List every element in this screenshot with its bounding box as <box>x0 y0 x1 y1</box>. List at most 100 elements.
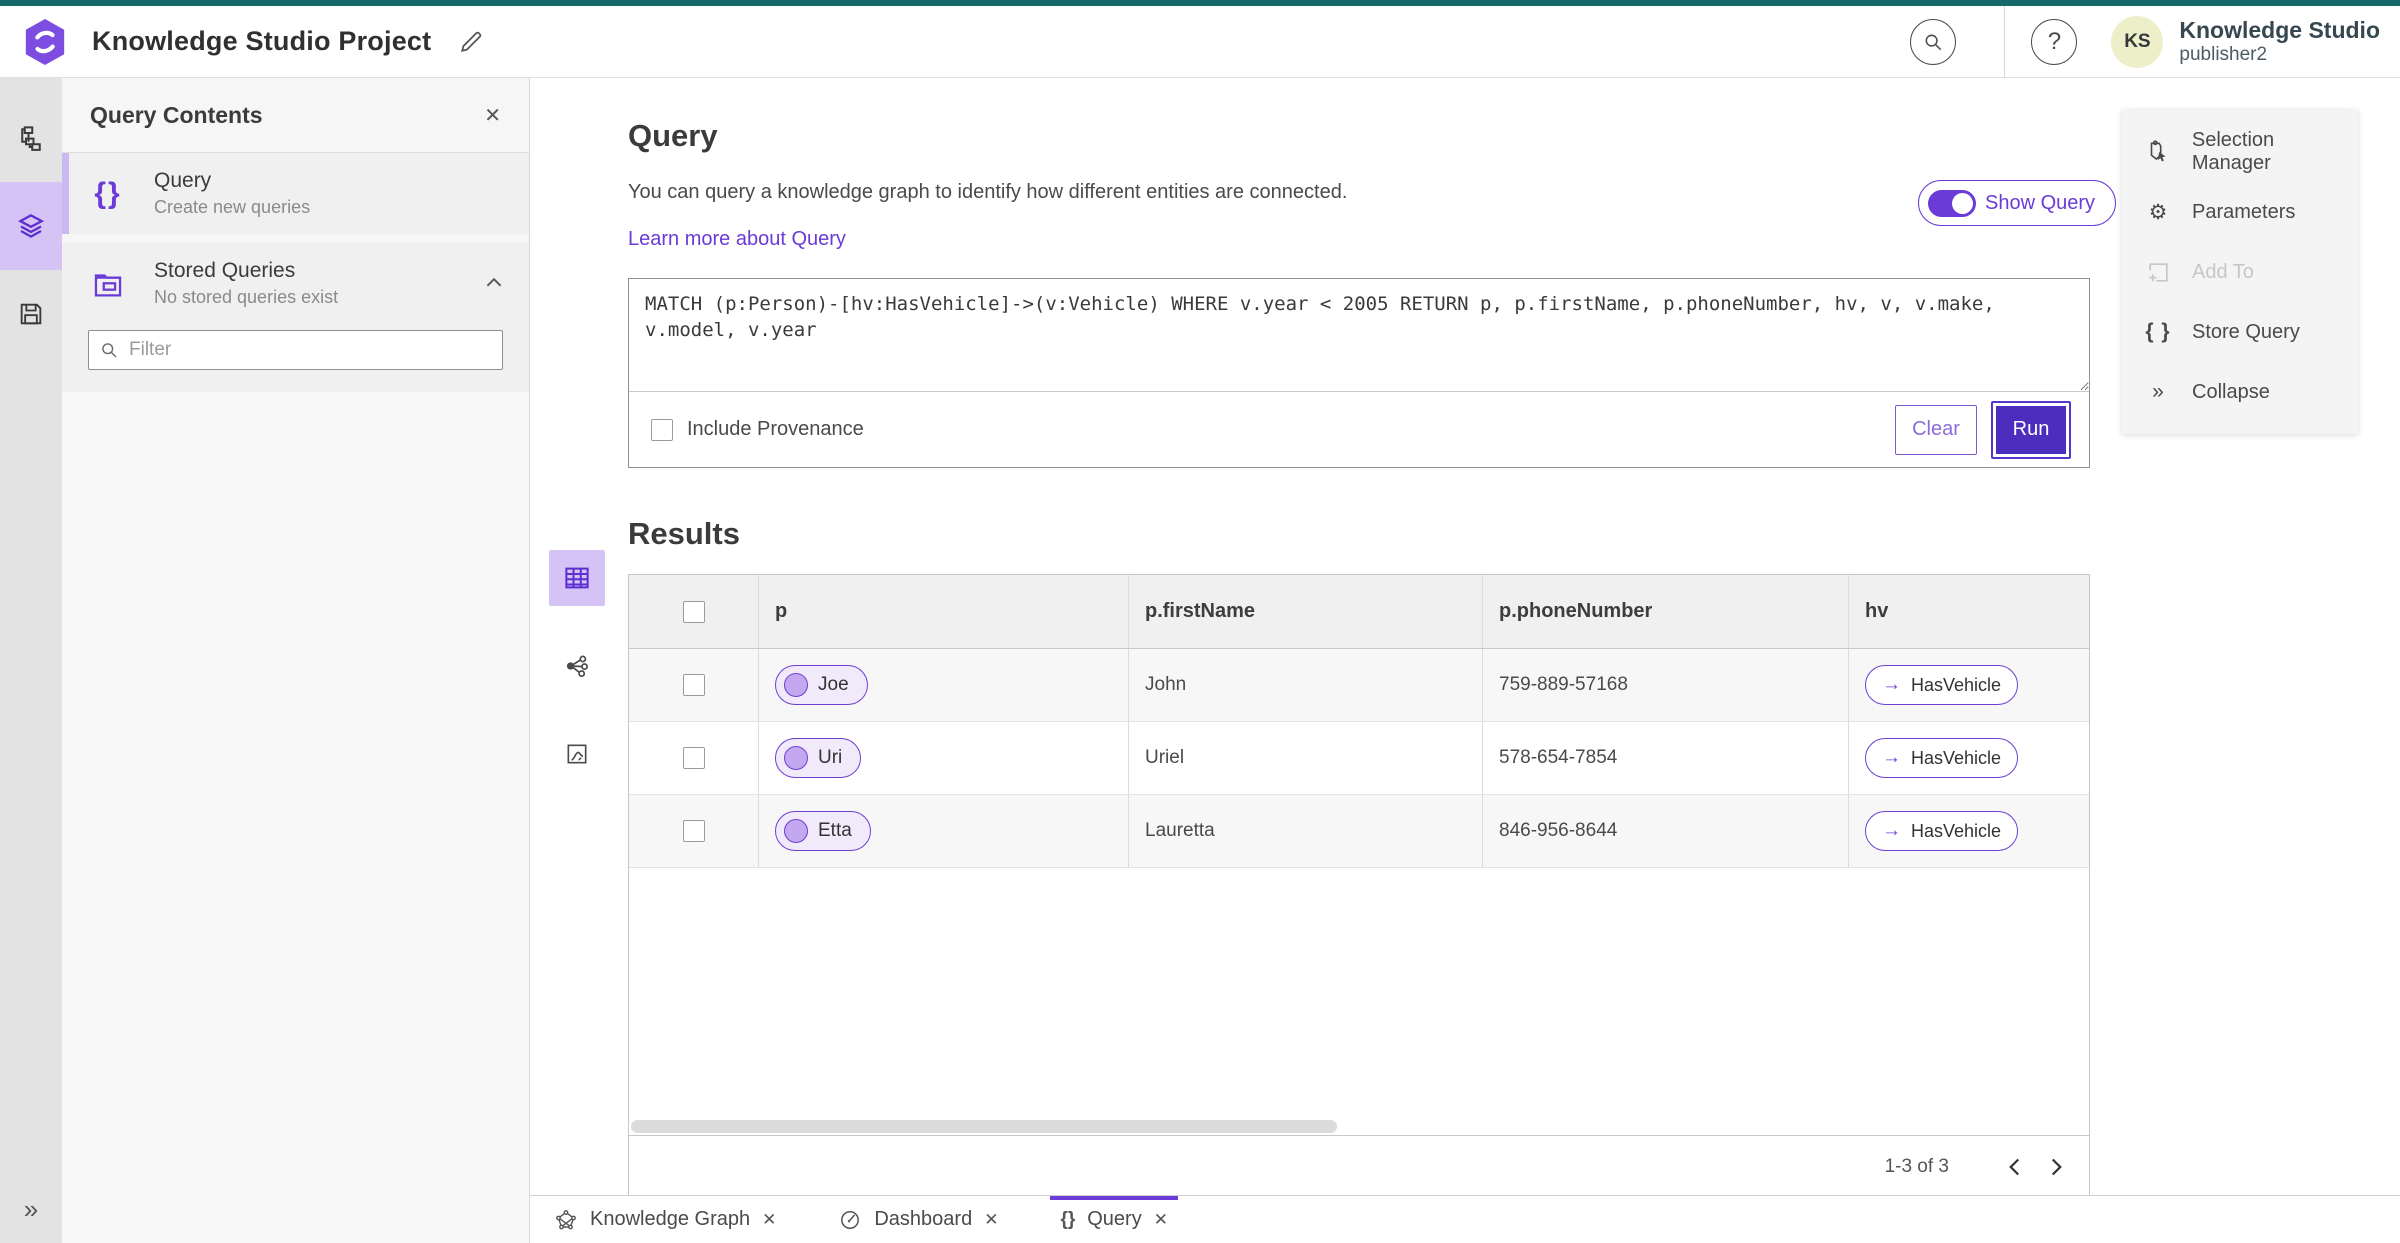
braces-icon: { } <box>2145 320 2171 343</box>
clear-button[interactable]: Clear <box>1895 404 1977 455</box>
row-checkbox[interactable] <box>682 747 705 769</box>
menu-item-selection-manager[interactable]: Selection Manager <box>2122 122 2358 182</box>
row-checkbox-cell <box>629 722 759 794</box>
content-area: Query You can query a knowledge graph to… <box>530 78 2400 1195</box>
cell-hv: → HasVehicle <box>1849 649 2089 721</box>
arrow-right-icon: → <box>1882 747 1901 768</box>
double-chevron-right-icon: » <box>2152 380 2164 403</box>
chevron-right-icon <box>2051 1158 2062 1175</box>
table-header-row: p p.firstName p.phoneNumber hv <box>629 575 2089 649</box>
menu-item-collapse[interactable]: » Collapse <box>2122 362 2358 422</box>
node-pill[interactable]: Etta <box>775 811 871 851</box>
query-editor-box: MATCH (p:Person)-[hv:HasVehicle]->(v:Veh… <box>628 278 2090 468</box>
rail-expand-button[interactable]: » <box>24 1194 38 1225</box>
user-role: publisher2 <box>2179 43 2268 65</box>
view-graph-button[interactable] <box>549 638 605 694</box>
node-pill[interactable]: Joe <box>775 665 868 705</box>
save-icon <box>20 303 42 325</box>
include-provenance-label: Include Provenance <box>687 418 864 440</box>
dashboard-gauge-icon <box>841 1210 860 1229</box>
filter-input[interactable] <box>129 339 492 361</box>
knowledge-graph-icon <box>556 1209 576 1229</box>
left-icon-rail: » <box>0 78 62 1243</box>
view-table-button[interactable] <box>549 550 605 606</box>
tab-close-icon[interactable]: ✕ <box>984 1210 998 1230</box>
help-button[interactable]: ? <box>2031 18 2078 65</box>
rail-item-layers-selected[interactable] <box>0 182 62 270</box>
show-query-toggle[interactable]: Show Query <box>1918 180 2117 226</box>
menu-item-store-query[interactable]: { } Store Query <box>2122 302 2358 362</box>
app-window: Knowledge Studio Project ? KS Knowledge … <box>0 0 2400 1243</box>
panel-item-stored-iconbox <box>62 267 154 301</box>
cell-p: Joe <box>759 649 1129 721</box>
knowledge-studio-logo-icon <box>25 18 65 65</box>
previous-page-button[interactable] <box>1993 1146 2035 1188</box>
cell-firstname: Lauretta <box>1129 795 1483 867</box>
tab-dashboard[interactable]: Dashboard ✕ <box>830 1196 1006 1243</box>
cell-phonenumber: 759-889-57168 <box>1483 649 1849 721</box>
column-header-phonenumber: p.phoneNumber <box>1483 575 1849 648</box>
relationship-label: HasVehicle <box>1911 674 2002 695</box>
menu-item-label: Collapse <box>2192 380 2270 403</box>
menu-item-label: Add To <box>2192 260 2254 283</box>
panel-header: Query Contents ✕ <box>62 78 529 153</box>
column-header-hv: hv <box>1865 600 1889 622</box>
horizontal-scrollbar <box>629 1117 2089 1135</box>
panel-close-button[interactable]: ✕ <box>484 103 501 128</box>
column-header-firstname: p.firstName <box>1129 575 1483 648</box>
search-icon <box>1925 34 1942 50</box>
table-view-icon <box>565 567 589 589</box>
bottom-tab-bar: Knowledge Graph ✕ Dashboard ✕ {} Query ✕ <box>530 1195 2400 1243</box>
toggle-switch-on[interactable] <box>1928 189 1976 217</box>
toggle-knob <box>1952 192 1973 214</box>
pagination-range: 1-3 of 3 <box>1884 1155 1949 1177</box>
cell-hv: → HasVehicle <box>1849 795 2089 867</box>
query-textarea[interactable]: MATCH (p:Person)-[hv:HasVehicle]->(v:Veh… <box>629 279 2089 391</box>
show-query-label: Show Query <box>1985 191 2096 214</box>
rail-item-save[interactable] <box>0 270 62 358</box>
avatar-initials: KS <box>2124 30 2151 52</box>
run-button[interactable]: Run <box>1991 400 2071 459</box>
top-bar: Knowledge Studio Project ? KS Knowledge … <box>0 5 2400 78</box>
table-empty-space <box>629 868 2089 1117</box>
relationship-pill[interactable]: → HasVehicle <box>1865 738 2019 778</box>
results-table: p p.firstName p.phoneNumber hv Joe John … <box>628 574 2090 1195</box>
row-checkbox[interactable] <box>682 674 705 696</box>
search-button[interactable] <box>1910 18 1957 65</box>
layers-icon <box>17 214 45 238</box>
user-avatar[interactable]: KS <box>2111 15 2164 68</box>
tab-close-icon[interactable]: ✕ <box>1154 1210 1168 1230</box>
rail-item-hierarchy[interactable] <box>0 94 62 182</box>
tab-query-active[interactable]: {} Query ✕ <box>1050 1196 1178 1243</box>
user-block: Knowledge Studio publisher2 <box>2179 17 2380 65</box>
node-pill[interactable]: Uri <box>775 738 862 778</box>
edit-title-pencil-icon[interactable] <box>457 28 485 56</box>
scrollbar-thumb[interactable] <box>631 1120 1337 1133</box>
tab-label: Knowledge Graph <box>590 1208 751 1230</box>
collapse-section-button[interactable] <box>485 275 503 293</box>
table-row: Uri Uriel 578-654-7854 → HasVehicle <box>629 722 2089 795</box>
view-chart-button[interactable] <box>549 726 605 782</box>
double-chevron-right-icon: » <box>23 1194 39 1224</box>
tab-close-icon[interactable]: ✕ <box>762 1210 776 1230</box>
relationship-label: HasVehicle <box>1911 820 2002 841</box>
select-all-checkbox[interactable] <box>682 600 705 623</box>
panel-item-title: Stored Queries <box>154 259 296 282</box>
content-column: Query You can query a knowledge graph to… <box>530 78 2400 1243</box>
node-circle-icon <box>784 746 808 770</box>
gear-icon: ⚙ <box>2148 200 2168 224</box>
tab-knowledge-graph[interactable]: Knowledge Graph ✕ <box>546 1196 784 1243</box>
next-page-button[interactable] <box>2035 1146 2077 1188</box>
row-checkbox[interactable] <box>682 820 705 842</box>
learn-more-link[interactable]: Learn more about Query <box>628 228 846 251</box>
panel-item-title: Query <box>154 169 212 192</box>
relationship-pill[interactable]: → HasVehicle <box>1865 665 2019 705</box>
table-row: Joe John 759-889-57168 → HasVehicle <box>629 649 2089 722</box>
panel-item-query-text: Query Create new queries <box>154 169 509 218</box>
table-pagination-footer: 1-3 of 3 <box>629 1135 2089 1195</box>
relationship-pill[interactable]: → HasVehicle <box>1865 811 2019 851</box>
panel-item-query[interactable]: {} Query Create new queries <box>62 153 529 234</box>
menu-item-parameters[interactable]: ⚙ Parameters <box>2122 182 2358 242</box>
panel-item-stored-queries[interactable]: Stored Queries No stored queries exist <box>62 243 529 324</box>
include-provenance-checkbox[interactable] <box>651 418 673 441</box>
